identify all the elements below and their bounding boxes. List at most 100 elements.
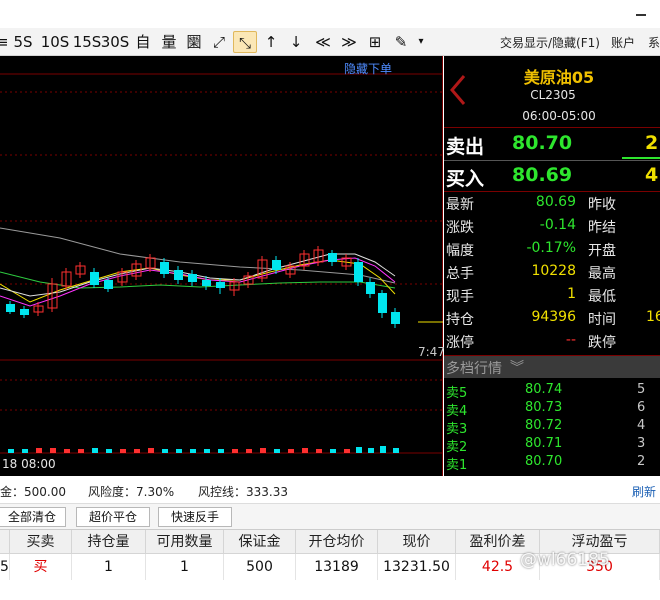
limit-up-value: -- xyxy=(565,332,576,348)
candle xyxy=(75,262,86,278)
chart-toolbar: ≡ 5S 10S 15S 30S 自 量 圞 ⤢ ⤡ ↑ ↓ ≪ ≫ ⊞ ✎ ▾… xyxy=(0,28,660,56)
order-action-bar: 全部清仓 超价平仓 快速反手 xyxy=(0,504,660,530)
ask5-price[interactable]: 80.74 xyxy=(525,382,562,397)
table-cell-side: 买 xyxy=(10,554,72,580)
candle xyxy=(229,278,240,296)
change-pct-value: -0.17% xyxy=(526,240,576,256)
open-label: 开盘 xyxy=(588,243,616,259)
prev-close-label: 昨收 xyxy=(588,197,616,213)
sell-price[interactable]: 80.70 xyxy=(512,132,572,154)
margin-text: 金：500.00 xyxy=(0,485,66,499)
time-cursor-label: 7:47 xyxy=(418,345,445,359)
ask1-label: 卖1 xyxy=(446,458,468,473)
current-volume-value: 1 xyxy=(567,286,576,302)
quick-reverse-button[interactable]: 快速反手 xyxy=(158,507,232,527)
draw-pen-icon[interactable]: ✎ xyxy=(390,31,412,53)
volume-bars xyxy=(8,446,399,453)
grid-icon[interactable]: ⊞ xyxy=(364,31,386,53)
table-cell-avg-price: 13189 xyxy=(296,554,378,580)
time-value: 16 xyxy=(646,309,660,325)
ask4-volume: 6 xyxy=(637,400,646,415)
table-header-margin[interactable]: 保证金 xyxy=(224,530,296,554)
period-15s-button[interactable]: 15S xyxy=(72,31,102,53)
candle xyxy=(6,301,15,314)
last-price-value: 80.69 xyxy=(535,194,576,210)
candle xyxy=(160,258,169,278)
time-label: 时间 xyxy=(588,312,616,328)
risk-text: 风险度：7.30% xyxy=(88,485,175,499)
table-cell: 5 xyxy=(0,554,10,580)
scroll-left-icon[interactable]: ≪ xyxy=(312,31,334,53)
sell-volume: 2 xyxy=(645,132,659,154)
quote-panel: 美原油05 CL2305 06:00-05:00 卖出 80.70 2 买入 8… xyxy=(444,56,660,476)
ask5-label: 卖5 xyxy=(446,386,468,401)
table-header-position[interactable]: 持仓量 xyxy=(72,530,146,554)
divider xyxy=(444,127,660,128)
ask4-price[interactable]: 80.73 xyxy=(525,400,562,415)
period-5s-button[interactable]: 5S xyxy=(10,31,36,53)
candle xyxy=(391,308,400,328)
volume-button[interactable]: 量 xyxy=(158,31,180,53)
table-header-available[interactable]: 可用数量 xyxy=(146,530,224,554)
close-all-button[interactable]: 全部清仓 xyxy=(0,507,66,527)
zoom-out-icon[interactable]: ⤡ xyxy=(233,31,257,53)
table-header-avg-price[interactable]: 开仓均价 xyxy=(296,530,378,554)
high-label: 最高 xyxy=(588,266,616,282)
divider xyxy=(444,160,660,161)
candle xyxy=(104,278,113,292)
arrow-down-icon[interactable]: ↓ xyxy=(286,31,306,53)
low-label: 最低 xyxy=(588,289,616,305)
ask3-price[interactable]: 80.72 xyxy=(525,418,562,433)
period-30s-button[interactable]: 30S xyxy=(100,31,130,53)
custom-period-button[interactable]: 自 xyxy=(132,31,154,53)
ask1-price[interactable]: 80.70 xyxy=(525,454,562,469)
ask2-price[interactable]: 80.71 xyxy=(525,436,562,451)
table-cell-available: 1 xyxy=(146,554,224,580)
kline-chart-canvas xyxy=(0,73,443,454)
refresh-button[interactable]: 刷新 xyxy=(632,483,656,500)
table-header xyxy=(0,530,10,554)
kline-chart[interactable]: 隐藏下单 7:47 18 08:00 xyxy=(0,56,445,476)
ask3-label: 卖3 xyxy=(446,422,468,437)
candle xyxy=(354,258,363,286)
table-header-side[interactable]: 买卖 xyxy=(10,530,72,554)
ask2-volume: 3 xyxy=(637,436,646,451)
scroll-right-icon[interactable]: ≫ xyxy=(338,31,360,53)
layout-icon[interactable]: 圞 xyxy=(183,31,205,53)
ask3-volume: 4 xyxy=(637,418,646,433)
buy-volume: 4 xyxy=(645,164,659,186)
ma-line-yellow xyxy=(0,259,396,303)
watermark: @wl66185 xyxy=(520,550,610,570)
buy-price[interactable]: 80.69 xyxy=(512,164,572,186)
menu-icon[interactable]: ≡ xyxy=(0,31,9,53)
candle xyxy=(20,306,29,318)
ma-line-green xyxy=(0,271,396,289)
double-chevron-down-icon[interactable]: ︾ xyxy=(510,357,524,377)
candle xyxy=(174,266,183,284)
minimize-icon[interactable] xyxy=(636,14,646,16)
table-cell-current-price: 13231.50 xyxy=(378,554,456,580)
system-button[interactable]: 系 xyxy=(648,34,660,51)
divider xyxy=(444,191,660,192)
prev-settle-label: 昨结 xyxy=(588,220,616,236)
candle xyxy=(90,268,99,288)
candle xyxy=(328,250,337,266)
ask5-volume: 5 xyxy=(637,382,646,397)
depth-header[interactable]: 多档行情 ︾ xyxy=(444,356,660,378)
sell-label: 卖出 xyxy=(446,136,485,158)
super-price-close-button[interactable]: 超价平仓 xyxy=(76,507,150,527)
change-value: -0.14 xyxy=(539,217,576,233)
sell-volume-bar xyxy=(622,157,660,159)
chevron-down-icon[interactable]: ▾ xyxy=(414,31,428,53)
period-10s-button[interactable]: 10S xyxy=(40,31,70,53)
hide-order-link[interactable]: 隐藏下单 xyxy=(344,60,392,77)
instrument-name: 美原油05 xyxy=(523,68,595,87)
zoom-in-icon[interactable]: ⤢ xyxy=(208,31,230,53)
account-button[interactable]: 账户 xyxy=(611,34,635,51)
table-header-current-price[interactable]: 现价 xyxy=(378,530,456,554)
table-cell-margin: 500 xyxy=(224,554,296,580)
arrow-up-icon[interactable]: ↑ xyxy=(261,31,281,53)
limit-down-label: 跌停 xyxy=(588,335,616,351)
trade-toggle-button[interactable]: 交易显示/隐藏(F1) xyxy=(500,34,600,51)
risk-control-text: 风控线：333.33 xyxy=(198,485,288,499)
